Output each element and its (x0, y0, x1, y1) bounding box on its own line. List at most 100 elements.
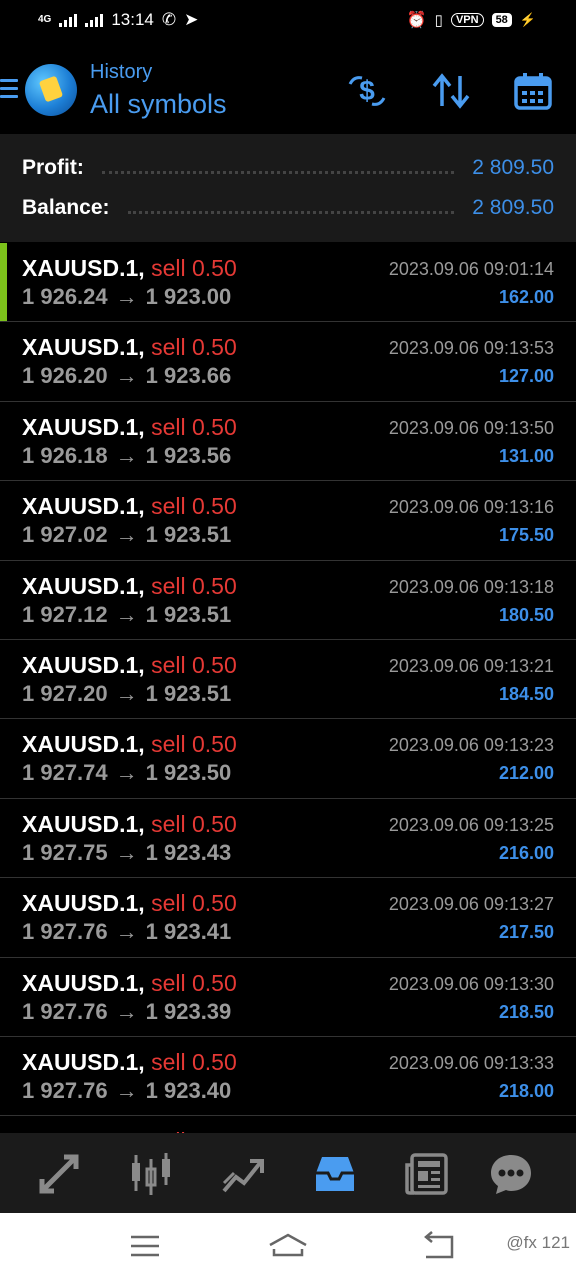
symbol-name: XAUUSD.1, (22, 493, 145, 520)
trade-symbol: XAUUSD.1, sell 0.50 (22, 890, 237, 917)
deposit-withdraw-icon[interactable]: $ (346, 70, 388, 112)
trade-profit: 218.00 (498, 1080, 554, 1101)
arrow-icon: → (115, 1077, 138, 1103)
trade-row[interactable]: XAUUSD.1, sell 0.50 1 926.18 → 1 923.56 2023… (0, 402, 576, 482)
app-bar: History All symbols $ (0, 44, 576, 134)
trade-icon[interactable] (220, 1151, 266, 1197)
trade-row[interactable]: XAUUSD.1, sell 0.50 1 927.74 → 1 923.50 2023… (0, 719, 576, 799)
trade-symbol: XAUUSD.1, sell 0.50 (22, 1049, 237, 1076)
trade-row[interactable]: XAUUSD.1, sell 0.502023.09.06 09:13:35 (0, 1116, 576, 1133)
dotted-leader (127, 203, 455, 214)
symbol-name: XAUUSD.1, (22, 890, 145, 917)
open-price: 1 926.24 (22, 284, 108, 309)
arrow-icon: → (115, 998, 138, 1024)
alarm-icon: ⏰ (406, 12, 427, 29)
trade-side-volume: sell 0.50 (151, 731, 237, 758)
trade-prices: 1 926.18 → 1 923.56 (22, 443, 231, 469)
symbol-name: XAUUSD.1, (22, 413, 145, 440)
open-price: 1 927.76 (22, 1077, 108, 1103)
trade-row[interactable]: XAUUSD.1, sell 0.50 1 927.20 → 1 923.51 2023… (0, 640, 576, 720)
chat-icon[interactable] (488, 1151, 534, 1197)
trade-time: 2023.09.06 09:13:53 (388, 338, 554, 359)
trade-profit: 212.00 (498, 763, 554, 784)
status-bar: 4G 13:14 ✆ ➤ ⏰ ▯ VPN 58 ⚡ (0, 0, 576, 44)
trade-profit: 175.50 (498, 525, 554, 546)
trade-side-volume: sell 0.50 (151, 334, 237, 361)
profit-row: Profit: 2 809.50 (22, 153, 554, 183)
arrow-icon: → (115, 363, 138, 389)
trade-history-list[interactable]: XAUUSD.1, sell 0.50 1 926.24 → 1 923.00 2023… (0, 243, 576, 1133)
trade-time: 2023.09.06 09:13:21 (388, 655, 554, 676)
close-price: 1 923.51 (145, 680, 232, 706)
balance-value: 2 809.50 (472, 196, 554, 219)
trade-row[interactable]: XAUUSD.1, sell 0.50 1 927.76 → 1 923.39 2023… (0, 958, 576, 1037)
calendar-icon[interactable] (512, 70, 554, 112)
trade-prices: 1 927.12 → 1 923.51 (22, 602, 231, 628)
trade-prices: 1 927.76 → 1 923.39 (22, 999, 231, 1025)
system-navigation-bar: @fx 121 (0, 1213, 576, 1280)
arrow-icon: → (115, 919, 138, 945)
recent-apps-icon[interactable] (125, 1231, 165, 1261)
trade-prices: 1 927.02 → 1 923.51 (22, 522, 231, 548)
trade-row[interactable]: XAUUSD.1, sell 0.50 1 927.02 → 1 923.51 2023… (0, 481, 576, 561)
symbol-name: XAUUSD.1, (22, 731, 145, 758)
trade-prices: 1 927.76 → 1 923.41 (22, 919, 231, 945)
trade-time: 2023.09.06 09:13:25 (388, 814, 554, 835)
trade-side-volume: sell 0.50 (151, 572, 237, 599)
trade-side-volume: sell 0.50 (151, 810, 237, 837)
close-price: 1 923.41 (145, 919, 232, 945)
network-type: 4G (38, 14, 52, 25)
menu-icon[interactable] (0, 79, 18, 99)
trade-side-volume: sell 0.50 (151, 255, 237, 281)
trade-side-volume: sell 0.50 (151, 493, 237, 520)
symbol-name: XAUUSD.1, (22, 572, 145, 599)
trade-side-volume: sell 0.50 (151, 969, 237, 996)
status-left: 4G 13:14 ✆ ➤ (38, 10, 198, 30)
trade-symbol: XAUUSD.1, sell 0.50 (22, 731, 237, 758)
quotes-icon[interactable] (36, 1151, 82, 1197)
back-icon[interactable] (418, 1231, 458, 1261)
trade-side-volume: sell 0.50 (151, 890, 237, 917)
trade-time: 2023.09.06 09:13:18 (388, 576, 554, 597)
sort-icon[interactable] (430, 70, 472, 112)
close-price: 1 923.40 (145, 1077, 232, 1103)
trade-symbol: XAUUSD.1, sell 0.50 (22, 255, 237, 282)
trade-row[interactable]: XAUUSD.1, sell 0.50 1 927.76 → 1 923.40 2023… (0, 1037, 576, 1117)
close-price: 1 923.66 (145, 363, 232, 389)
watermark: @fx 121 (506, 1233, 570, 1252)
symbol-name: XAUUSD.1, (22, 1048, 145, 1075)
arrow-icon: → (115, 601, 138, 627)
open-price: 1 926.18 (22, 442, 108, 468)
header-title[interactable]: All symbols (90, 89, 227, 120)
svg-text:$: $ (359, 75, 375, 106)
signal-icon-2 (85, 13, 104, 27)
trade-symbol: XAUUSD.1, sell 0.50 (22, 811, 237, 838)
trade-row[interactable]: XAUUSD.1, sell 0.50 1 927.12 → 1 923.51 2023… (0, 561, 576, 640)
signal-icon (59, 13, 78, 27)
trade-symbol: XAUUSD.1, sell 0.50 (22, 573, 237, 600)
trade-symbol: XAUUSD.1, sell 0.50 (22, 970, 237, 997)
trade-profit: 184.50 (498, 683, 554, 704)
arrow-icon: → (115, 680, 138, 706)
open-price: 1 927.20 (22, 680, 108, 706)
close-price: 1 923.51 (145, 601, 232, 627)
chart-icon[interactable] (128, 1151, 174, 1197)
trade-prices: 1 926.24 → 1 923.00 (22, 284, 231, 310)
vibrate-icon: ▯ (434, 12, 443, 29)
trade-row[interactable]: XAUUSD.1, sell 0.50 1 927.76 → 1 923.41 2023… (0, 878, 576, 958)
arrow-icon: → (115, 522, 138, 548)
trade-profit: 162.00 (498, 287, 554, 307)
trade-row[interactable]: XAUUSD.1, sell 0.50 1 927.75 → 1 923.43 2023… (0, 799, 576, 879)
trade-time: 2023.09.06 09:13:23 (388, 735, 554, 756)
news-icon[interactable] (404, 1151, 450, 1197)
home-icon[interactable] (268, 1231, 308, 1261)
trade-prices: 1 927.74 → 1 923.50 (22, 760, 231, 786)
close-price: 1 923.51 (145, 522, 232, 548)
trade-time: 2023.09.06 09:13:16 (388, 497, 554, 518)
trade-row[interactable]: XAUUSD.1, sell 0.50 1 926.24 → 1 923.00 2023… (0, 243, 576, 323)
trade-profit: 131.00 (498, 445, 554, 466)
history-icon[interactable] (312, 1151, 358, 1197)
open-price: 1 927.76 (22, 998, 108, 1024)
trade-row[interactable]: XAUUSD.1, sell 0.50 1 926.20 → 1 923.66 2023… (0, 322, 576, 402)
trade-side-volume: sell 0.50 (151, 413, 237, 440)
